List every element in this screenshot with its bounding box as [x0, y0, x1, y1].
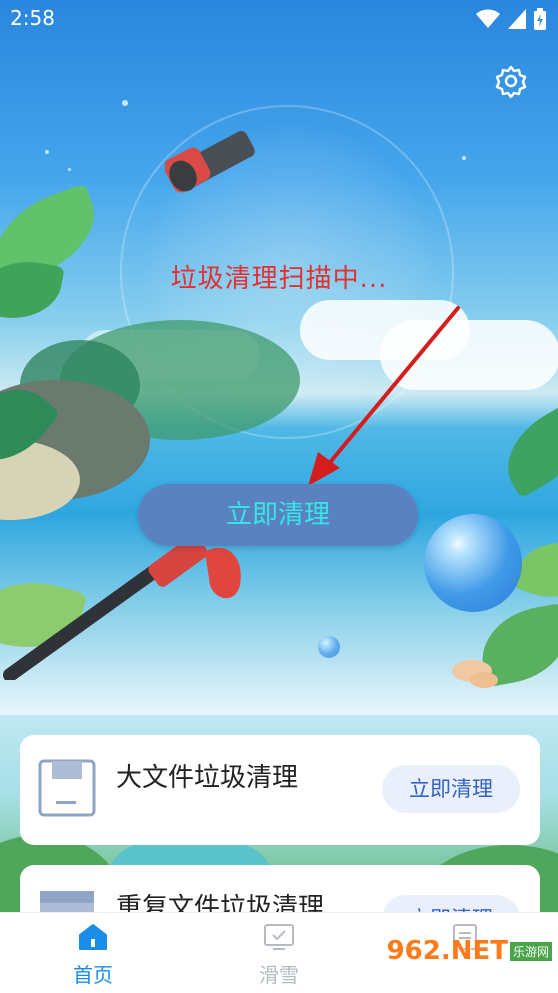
watermark-text: 962.NET — [386, 936, 508, 966]
leaf — [491, 401, 558, 499]
clean-now-button[interactable]: 立即清理 — [382, 765, 520, 813]
signal-icon — [508, 9, 526, 29]
vacuum-rod — [3, 535, 241, 680]
sparkle — [68, 168, 71, 171]
hero-scene — [0, 0, 558, 715]
large-file-card: 大文件垃圾清理 立即清理 — [20, 735, 540, 845]
wifi-icon — [476, 9, 500, 28]
card-title: 大文件垃圾清理 — [116, 763, 299, 793]
watermark-logo: 962.NET 乐游网 — [387, 936, 552, 966]
sparkle — [462, 156, 466, 160]
water-bubble — [318, 636, 340, 658]
nav-label: 首页 — [73, 963, 113, 987]
pebble — [470, 672, 498, 688]
red-arrow-annotation — [308, 306, 460, 486]
nav-item-ski[interactable]: 滑雪 — [234, 923, 324, 988]
home-icon — [79, 924, 107, 950]
monitor-icon — [264, 924, 294, 950]
vacuum-nozzle — [165, 130, 255, 193]
nav-item-home[interactable]: 首页 — [48, 923, 138, 988]
gear-icon[interactable] — [494, 64, 528, 98]
sparkle — [45, 150, 49, 154]
document-icon — [38, 759, 96, 817]
watermark-subtext: 乐游网 — [509, 941, 552, 961]
status-time: 2:58 — [10, 6, 55, 30]
clean-now-button[interactable]: 立即清理 — [138, 484, 418, 546]
sparkle — [122, 100, 128, 106]
nav-label: 滑雪 — [259, 963, 299, 987]
battery-icon — [534, 8, 546, 30]
status-bar: 2:58 — [0, 0, 558, 38]
system-icons — [476, 8, 546, 30]
water-bubble — [424, 514, 522, 612]
scan-status-text: 垃圾清理扫描中... — [170, 264, 388, 294]
